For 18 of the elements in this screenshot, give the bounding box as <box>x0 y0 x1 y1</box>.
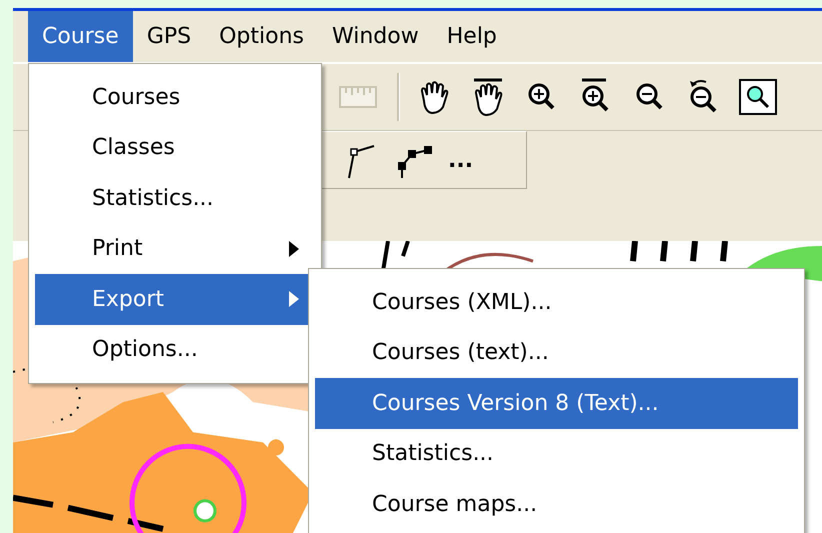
zoom-box-icon[interactable] <box>738 77 778 117</box>
submenu-arrow-icon <box>289 291 299 308</box>
menu-bar-item[interactable]: Course <box>28 11 133 62</box>
menu-item[interactable]: Courses <box>35 72 315 122</box>
menu-item[interactable]: Statistics... <box>35 173 315 224</box>
menu-item[interactable]: Statistics... <box>315 428 798 479</box>
menu-item[interactable]: Courses Version 8 (Text)... <box>315 378 798 428</box>
menu-item[interactable]: Print <box>35 224 315 274</box>
menu-item[interactable]: Courses (text)... <box>315 328 798 378</box>
more-button[interactable]: ... <box>444 148 478 172</box>
menu-bar-item[interactable]: Window <box>318 11 433 62</box>
menu-item[interactable]: Courses (XML)... <box>315 277 798 328</box>
menu-bar-item[interactable]: GPS <box>132 11 206 62</box>
menu-item[interactable]: Course maps... <box>315 479 798 530</box>
menu-item[interactable]: Classes <box>35 122 315 173</box>
menu-bar-item[interactable]: Help <box>432 11 511 62</box>
menu-bar-item[interactable]: Options <box>205 11 318 62</box>
submenu-arrow-icon <box>289 240 299 257</box>
